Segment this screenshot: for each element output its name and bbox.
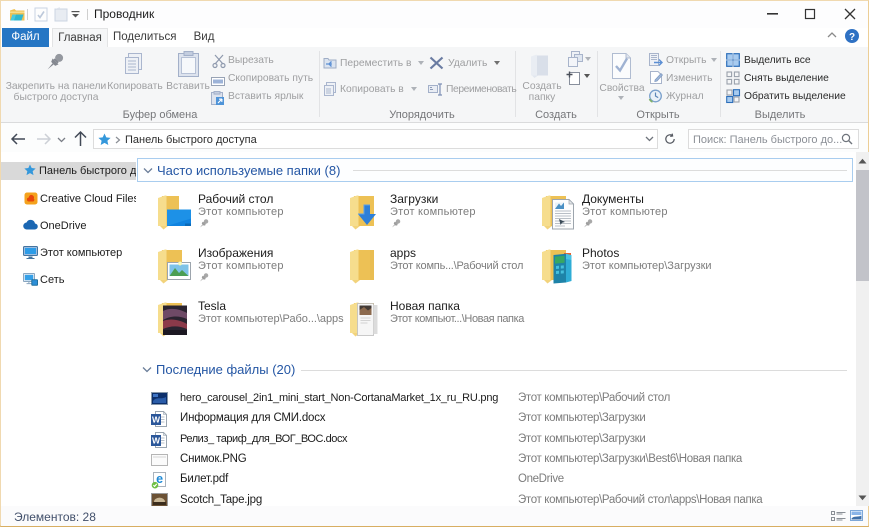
- svg-text:W: W: [152, 436, 161, 446]
- svg-text:?: ?: [849, 32, 855, 43]
- svg-text:W: W: [152, 415, 161, 425]
